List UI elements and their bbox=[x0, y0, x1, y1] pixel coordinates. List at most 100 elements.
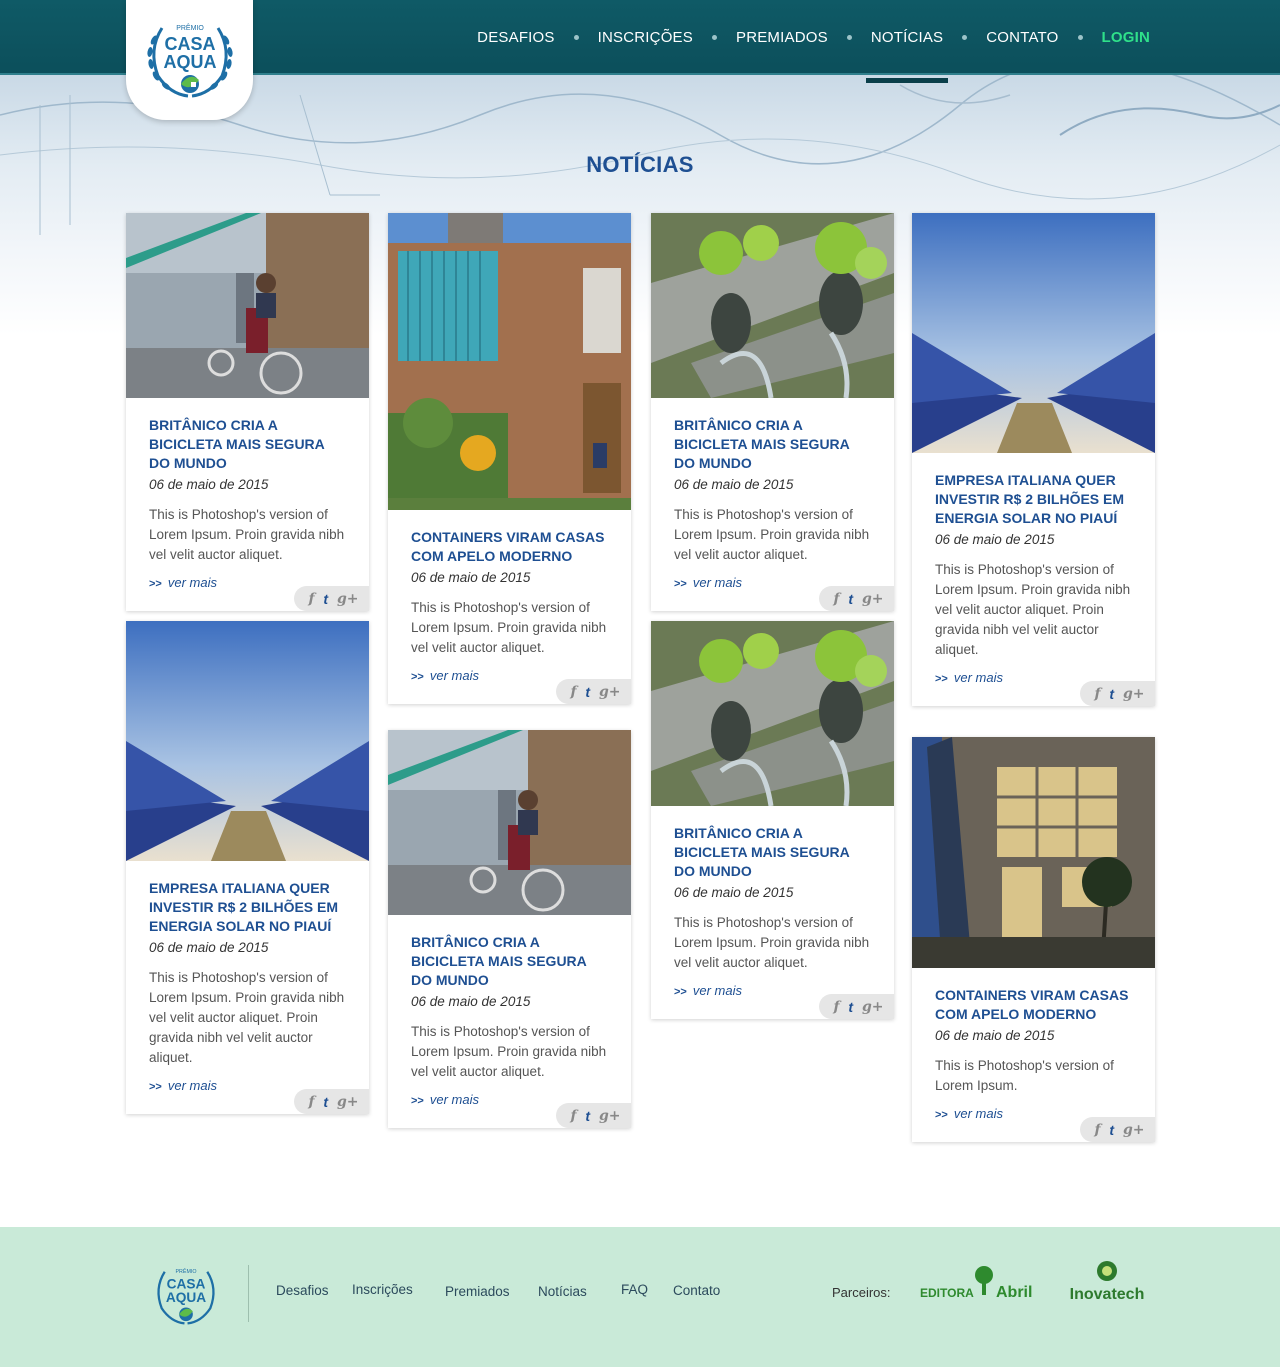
page-title: NOTÍCIAS bbox=[586, 152, 694, 177]
read-more-label: ver mais bbox=[692, 575, 742, 590]
read-more-label: ver mais bbox=[167, 575, 217, 590]
double-chevron-right-icon: >> bbox=[674, 986, 687, 998]
twitter-icon[interactable]: t bbox=[1109, 686, 1114, 702]
footer-link-premiados[interactable]: Premiados bbox=[445, 1284, 510, 1299]
footer-logo[interactable]: PRÊMIO CASA AQUA bbox=[148, 1257, 224, 1329]
facebook-icon[interactable]: f bbox=[1094, 686, 1100, 702]
news-card-date: 06 de maio de 2015 bbox=[935, 532, 1055, 547]
share-bar: f t g+ bbox=[1080, 681, 1155, 706]
facebook-icon[interactable]: f bbox=[833, 999, 839, 1015]
facebook-icon[interactable]: f bbox=[308, 591, 314, 607]
news-card: CONTAINERS VIRAM CASAS COM APELO MODERNO… bbox=[388, 213, 631, 704]
hydroponics-photo[interactable] bbox=[651, 621, 894, 806]
news-card-title[interactable]: BRITÂNICO CRIA A BICICLETA MAIS SEGURA D… bbox=[411, 933, 609, 990]
google-plus-icon[interactable]: g+ bbox=[337, 1094, 359, 1110]
read-more-link[interactable]: >> ver mais bbox=[149, 575, 217, 590]
footer-logo-line1: CASA bbox=[167, 1276, 206, 1291]
hydroponics-photo[interactable] bbox=[651, 213, 894, 398]
google-plus-icon[interactable]: g+ bbox=[337, 591, 359, 607]
solar-panels-photo[interactable] bbox=[126, 621, 369, 861]
main-nav: DESAFIOS INSCRIÇÕES PREMIADOS NOTÍCIAS C… bbox=[477, 0, 1151, 83]
building-photo[interactable] bbox=[912, 737, 1155, 968]
logo-tab[interactable]: PRÊMIO CASA AQUA bbox=[126, 0, 253, 120]
read-more-label: ver mais bbox=[429, 1092, 479, 1107]
container-house-photo[interactable] bbox=[388, 213, 631, 510]
twitter-icon[interactable]: t bbox=[323, 591, 328, 607]
read-more-link[interactable]: >> ver mais bbox=[149, 1078, 217, 1093]
news-card-title[interactable]: CONTAINERS VIRAM CASAS COM APELO MODERNO bbox=[411, 528, 609, 566]
twitter-icon[interactable]: t bbox=[848, 999, 853, 1015]
login-link[interactable]: LOGIN bbox=[1102, 29, 1151, 46]
news-card: EMPRESA ITALIANA QUER INVESTIR R$ 2 BILH… bbox=[912, 213, 1155, 706]
footer-link-noticias[interactable]: Notícias bbox=[538, 1284, 587, 1299]
inovatech-name: Inovatech bbox=[1070, 1286, 1145, 1303]
twitter-icon[interactable]: t bbox=[1109, 1122, 1114, 1138]
news-card-excerpt: This is Photoshop's version of Lorem Ips… bbox=[674, 507, 870, 562]
read-more-link[interactable]: >> ver mais bbox=[411, 1092, 479, 1107]
news-card-excerpt: This is Photoshop's version of Lorem Ips… bbox=[149, 507, 345, 562]
facebook-icon[interactable]: f bbox=[308, 1094, 314, 1110]
google-plus-icon[interactable]: g+ bbox=[1123, 1122, 1145, 1138]
solar-panels-photo[interactable] bbox=[912, 213, 1155, 453]
nav-noticias[interactable]: NOTÍCIAS bbox=[865, 29, 949, 83]
news-card-title[interactable]: BRITÂNICO CRIA A BICICLETA MAIS SEGURA D… bbox=[674, 824, 872, 881]
share-bar: f t g+ bbox=[819, 994, 894, 1019]
news-card-title[interactable]: EMPRESA ITALIANA QUER INVESTIR R$ 2 BILH… bbox=[149, 879, 347, 936]
google-plus-icon[interactable]: g+ bbox=[862, 999, 884, 1015]
twitter-icon[interactable]: t bbox=[848, 591, 853, 607]
read-more-link[interactable]: >> ver mais bbox=[935, 1106, 1003, 1121]
footer-link-desafios[interactable]: Desafios bbox=[276, 1283, 329, 1298]
facebook-icon[interactable]: f bbox=[833, 591, 839, 607]
inovatech-logo[interactable]: Inovatech bbox=[1060, 1259, 1155, 1309]
read-more-label: ver mais bbox=[429, 668, 479, 683]
share-bar: f t g+ bbox=[1080, 1117, 1155, 1142]
news-card-title[interactable]: BRITÂNICO CRIA A BICICLETA MAIS SEGURA D… bbox=[149, 416, 347, 473]
nav-premiados[interactable]: PREMIADOS bbox=[736, 29, 828, 46]
share-bar: f t g+ bbox=[294, 586, 369, 611]
abril-prefix: EDITORA bbox=[920, 1286, 974, 1300]
footer-link-faq[interactable]: FAQ bbox=[621, 1282, 648, 1297]
nav-inscricoes[interactable]: INSCRIÇÕES bbox=[598, 29, 693, 46]
footer-logo-top-text: PRÊMIO bbox=[176, 1267, 197, 1275]
news-card-title[interactable]: BRITÂNICO CRIA A BICICLETA MAIS SEGURA D… bbox=[674, 416, 872, 473]
google-plus-icon[interactable]: g+ bbox=[1123, 686, 1145, 702]
google-plus-icon[interactable]: g+ bbox=[862, 591, 884, 607]
facebook-icon[interactable]: f bbox=[1094, 1122, 1100, 1138]
read-more-label: ver mais bbox=[953, 1106, 1003, 1121]
double-chevron-right-icon: >> bbox=[935, 1109, 948, 1121]
google-plus-icon[interactable]: g+ bbox=[599, 1108, 621, 1124]
footer: PRÊMIO CASA AQUA Desafios Inscrições Pre… bbox=[0, 1227, 1280, 1367]
nav-contato[interactable]: CONTATO bbox=[986, 29, 1058, 46]
read-more-link[interactable]: >> ver mais bbox=[674, 575, 742, 590]
bicycle-photo[interactable] bbox=[388, 730, 631, 915]
double-chevron-right-icon: >> bbox=[149, 578, 162, 590]
nav-separator bbox=[1077, 35, 1083, 40]
editora-abril-logo[interactable]: EDITORA Abril bbox=[920, 1265, 1038, 1305]
footer-link-inscricoes[interactable]: Inscrições bbox=[352, 1282, 413, 1297]
google-plus-icon[interactable]: g+ bbox=[599, 684, 621, 700]
nav-desafios[interactable]: DESAFIOS bbox=[477, 29, 554, 46]
read-more-link[interactable]: >> ver mais bbox=[935, 670, 1003, 685]
news-card-date: 06 de maio de 2015 bbox=[149, 477, 269, 492]
share-bar: f t g+ bbox=[819, 586, 894, 611]
twitter-icon[interactable]: t bbox=[323, 1094, 328, 1110]
news-card-date: 06 de maio de 2015 bbox=[935, 1028, 1055, 1043]
nav-separator bbox=[573, 35, 579, 40]
facebook-icon[interactable]: f bbox=[570, 684, 576, 700]
news-card: CONTAINERS VIRAM CASAS COM APELO MODERNO… bbox=[912, 737, 1155, 1142]
read-more-link[interactable]: >> ver mais bbox=[411, 668, 479, 683]
twitter-icon[interactable]: t bbox=[585, 684, 590, 700]
read-more-label: ver mais bbox=[953, 670, 1003, 685]
footer-divider bbox=[248, 1265, 249, 1322]
news-card-title[interactable]: EMPRESA ITALIANA QUER INVESTIR R$ 2 BILH… bbox=[935, 471, 1133, 528]
logo-line1: CASA bbox=[164, 34, 215, 54]
bicycle-photo[interactable] bbox=[126, 213, 369, 398]
read-more-link[interactable]: >> ver mais bbox=[674, 983, 742, 998]
twitter-icon[interactable]: t bbox=[585, 1108, 590, 1124]
news-card-title[interactable]: CONTAINERS VIRAM CASAS COM APELO MODERNO bbox=[935, 986, 1133, 1024]
footer-link-contato[interactable]: Contato bbox=[673, 1283, 720, 1298]
news-card-date: 06 de maio de 2015 bbox=[149, 940, 269, 955]
nav-separator bbox=[962, 35, 968, 40]
logo-top-text: PRÊMIO bbox=[176, 23, 204, 32]
facebook-icon[interactable]: f bbox=[570, 1108, 576, 1124]
